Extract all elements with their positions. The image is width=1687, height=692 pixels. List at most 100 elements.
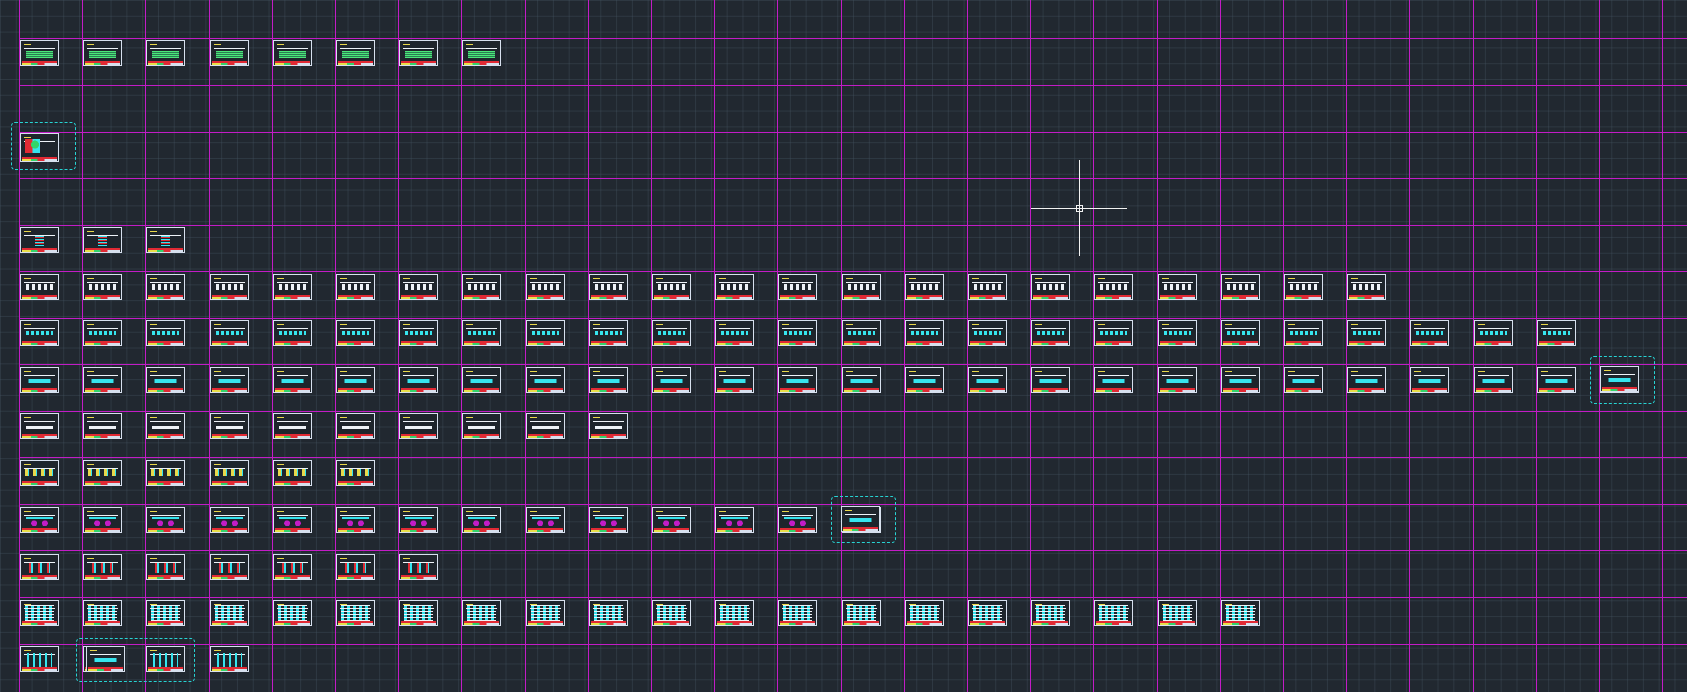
drawing-sheet-thumbnail[interactable] [336, 40, 375, 66]
drawing-sheet-thumbnail[interactable] [715, 367, 754, 393]
drawing-sheet-thumbnail[interactable] [20, 367, 59, 393]
drawing-sheet-thumbnail[interactable] [1347, 367, 1386, 393]
drawing-sheet-thumbnail[interactable] [273, 274, 312, 300]
drawing-sheet-thumbnail[interactable] [399, 320, 438, 346]
drawing-sheet-thumbnail[interactable] [210, 646, 249, 672]
drawing-sheet-thumbnail[interactable] [210, 413, 249, 439]
drawing-sheet-thumbnail[interactable] [146, 600, 185, 626]
drawing-sheet-thumbnail[interactable] [462, 413, 501, 439]
drawing-sheet-thumbnail[interactable] [1031, 320, 1070, 346]
drawing-sheet-thumbnail[interactable] [1221, 367, 1260, 393]
drawing-sheet-thumbnail[interactable] [968, 320, 1007, 346]
drawing-sheet-thumbnail[interactable] [399, 367, 438, 393]
drawing-sheet-thumbnail[interactable] [273, 554, 312, 580]
drawing-sheet-thumbnail[interactable] [210, 507, 249, 533]
drawing-sheet-thumbnail[interactable] [589, 367, 628, 393]
drawing-sheet-thumbnail[interactable] [905, 367, 944, 393]
drawing-sheet-thumbnail[interactable] [652, 320, 691, 346]
drawing-sheet-thumbnail[interactable] [652, 600, 691, 626]
drawing-sheet-thumbnail[interactable] [273, 507, 312, 533]
drawing-sheet-thumbnail[interactable] [20, 413, 59, 439]
drawing-sheet-thumbnail[interactable] [83, 600, 122, 626]
drawing-sheet-thumbnail[interactable] [526, 274, 565, 300]
drawing-sheet-thumbnail[interactable] [20, 646, 59, 672]
drawing-sheet-thumbnail[interactable] [526, 413, 565, 439]
drawing-sheet-thumbnail[interactable] [526, 600, 565, 626]
drawing-sheet-thumbnail[interactable] [86, 646, 125, 672]
drawing-sheet-thumbnail[interactable] [399, 40, 438, 66]
drawing-sheet-thumbnail[interactable] [336, 460, 375, 486]
drawing-sheet-thumbnail[interactable] [20, 600, 59, 626]
drawing-sheet-thumbnail[interactable] [1094, 274, 1133, 300]
drawing-sheet-thumbnail[interactable] [1284, 320, 1323, 346]
drawing-sheet-thumbnail[interactable] [715, 274, 754, 300]
drawing-sheet-thumbnail[interactable] [210, 600, 249, 626]
drawing-sheet-thumbnail[interactable] [1158, 274, 1197, 300]
drawing-sheet-thumbnail[interactable] [715, 320, 754, 346]
drawing-sheet-thumbnail[interactable] [83, 274, 122, 300]
drawing-sheet-thumbnail[interactable] [399, 554, 438, 580]
drawing-sheet-thumbnail[interactable] [652, 274, 691, 300]
drawing-sheet-thumbnail[interactable] [399, 507, 438, 533]
drawing-sheet-thumbnail[interactable] [1158, 367, 1197, 393]
drawing-sheet-thumbnail[interactable] [20, 460, 59, 486]
drawing-sheet-thumbnail[interactable] [1474, 320, 1513, 346]
drawing-sheet-thumbnail[interactable] [336, 367, 375, 393]
drawing-sheet-thumbnail[interactable] [20, 554, 59, 580]
drawing-sheet-thumbnail[interactable] [146, 507, 185, 533]
drawing-sheet-thumbnail[interactable] [399, 274, 438, 300]
drawing-sheet-thumbnail[interactable] [842, 274, 881, 300]
drawing-sheet-thumbnail[interactable] [83, 413, 122, 439]
drawing-sheet-thumbnail[interactable] [589, 274, 628, 300]
drawing-sheet-thumbnail[interactable] [1158, 600, 1197, 626]
drawing-sheet-thumbnail[interactable] [526, 320, 565, 346]
drawing-sheet-thumbnail[interactable] [273, 413, 312, 439]
drawing-sheet-thumbnail[interactable] [1600, 366, 1639, 392]
drawing-sheet-thumbnail[interactable] [1347, 274, 1386, 300]
drawing-sheet-thumbnail[interactable] [20, 40, 59, 66]
drawing-sheet-thumbnail[interactable] [905, 274, 944, 300]
drawing-sheet-thumbnail[interactable] [462, 320, 501, 346]
drawing-sheet-thumbnail[interactable] [778, 274, 817, 300]
drawing-sheet-thumbnail[interactable] [336, 507, 375, 533]
drawing-sheet-thumbnail[interactable] [462, 367, 501, 393]
drawing-sheet-thumbnail[interactable] [336, 320, 375, 346]
drawing-sheet-thumbnail[interactable] [462, 274, 501, 300]
drawing-sheet-thumbnail[interactable] [146, 227, 185, 253]
drawing-sheet-thumbnail[interactable] [589, 600, 628, 626]
drawing-sheet-thumbnail[interactable] [1221, 600, 1260, 626]
drawing-sheet-thumbnail[interactable] [968, 367, 1007, 393]
drawing-sheet-thumbnail[interactable] [842, 320, 881, 346]
drawing-sheet-thumbnail[interactable] [1158, 320, 1197, 346]
drawing-sheet-thumbnail[interactable] [83, 460, 122, 486]
cad-model-space-canvas[interactable] [0, 0, 1687, 692]
drawing-sheet-thumbnail[interactable] [336, 413, 375, 439]
drawing-sheet-thumbnail[interactable] [1284, 274, 1323, 300]
drawing-sheet-thumbnail[interactable] [526, 507, 565, 533]
drawing-sheet-thumbnail[interactable] [20, 320, 59, 346]
drawing-sheet-thumbnail[interactable] [1031, 367, 1070, 393]
drawing-sheet-thumbnail[interactable] [83, 507, 122, 533]
drawing-sheet-thumbnail[interactable] [1221, 320, 1260, 346]
drawing-sheet-thumbnail[interactable] [842, 367, 881, 393]
drawing-sheet-thumbnail[interactable] [968, 600, 1007, 626]
drawing-sheet-thumbnail[interactable] [905, 600, 944, 626]
drawing-sheet-thumbnail[interactable] [83, 367, 122, 393]
drawing-sheet-thumbnail[interactable] [1474, 367, 1513, 393]
drawing-sheet-thumbnail[interactable] [146, 367, 185, 393]
drawing-sheet-thumbnail[interactable] [1031, 274, 1070, 300]
drawing-sheet-thumbnail[interactable] [841, 506, 880, 532]
drawing-sheet-thumbnail[interactable] [778, 367, 817, 393]
drawing-sheet-thumbnail[interactable] [842, 600, 881, 626]
drawing-sheet-thumbnail[interactable] [1094, 320, 1133, 346]
drawing-sheet-thumbnail[interactable] [83, 320, 122, 346]
drawing-sheet-thumbnail[interactable] [1221, 274, 1260, 300]
drawing-sheet-thumbnail[interactable] [1284, 367, 1323, 393]
drawing-sheet-thumbnail[interactable] [273, 367, 312, 393]
drawing-sheet-thumbnail[interactable] [1537, 367, 1576, 393]
drawing-sheet-thumbnail[interactable] [1410, 320, 1449, 346]
drawing-sheet-thumbnail[interactable] [1537, 320, 1576, 346]
drawing-sheet-thumbnail[interactable] [146, 413, 185, 439]
drawing-sheet-thumbnail[interactable] [146, 320, 185, 346]
drawing-sheet-thumbnail[interactable] [1094, 600, 1133, 626]
